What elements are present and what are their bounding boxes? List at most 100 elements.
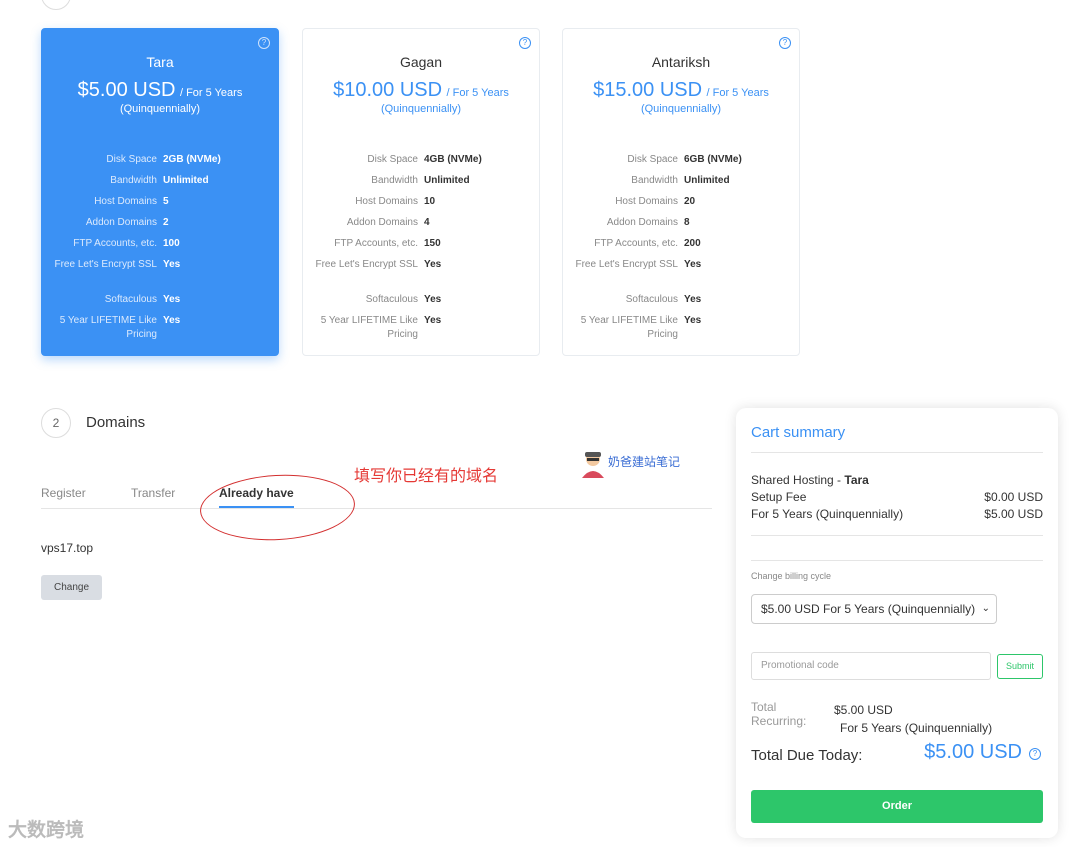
feature-label: 5 Year LIFETIME Like Pricing <box>580 315 678 340</box>
plan-price: $15.00 USD / For 5 Years <box>563 79 799 102</box>
feature-label: Free Let's Encrypt SSL <box>575 259 678 270</box>
feature-value: Yes <box>684 294 702 305</box>
feature-label: Addon Domains <box>606 217 678 228</box>
feature-value: Yes <box>424 294 442 305</box>
help-icon[interactable]: ? <box>779 37 791 49</box>
cycle-label: For 5 Years (Quinquennially) <box>751 507 904 521</box>
change-button[interactable]: Change <box>41 575 102 600</box>
plan-cycle-note: (Quinquennially) <box>380 103 462 115</box>
feature-value: 10 <box>424 196 436 207</box>
submit-button[interactable]: Submit <box>997 654 1043 679</box>
watermark-top-text: 奶爸建站笔记 <box>608 455 681 470</box>
cart-product-name: Tara <box>844 473 869 487</box>
feature-label: Bandwidth <box>631 175 678 186</box>
feature-label: Addon Domains <box>346 217 418 228</box>
feature-label: Disk Space <box>367 154 418 165</box>
feature-label: Softaculous <box>625 294 678 305</box>
cart-product: Shared Hosting - Tara <box>751 473 869 487</box>
feature-label: Disk Space <box>627 154 678 165</box>
plan-name: Gagan <box>399 54 443 70</box>
promo-code-input[interactable]: Promotional code <box>751 652 991 680</box>
plan-name: Antariksh <box>651 54 711 70</box>
feature-value: 5 <box>163 196 169 207</box>
total-recurring-amount: $5.00 USD <box>834 703 893 717</box>
plan-price-amount: $15.00 USD <box>593 79 703 101</box>
feature-value: 4GB (NVMe) <box>424 154 482 165</box>
total-due-label: Total Due Today: <box>751 747 863 764</box>
help-icon[interactable]: ? <box>1029 748 1041 760</box>
step-1-circle <box>41 0 71 10</box>
plan-cycle-note: (Quinquennially) <box>640 103 722 115</box>
help-icon[interactable]: ? <box>519 37 531 49</box>
cart-summary: Cart summary Shared Hosting - Tara Setup… <box>736 408 1058 838</box>
plan-price-cycle: / For 5 Years <box>179 87 243 99</box>
plan-price: $10.00 USD / For 5 Years <box>303 79 539 102</box>
setup-fee-value: $0.00 USD <box>984 490 1043 504</box>
total-recurring-cycle: For 5 Years (Quinquennially) <box>840 721 993 735</box>
plan-price-amount: $10.00 USD <box>333 79 443 101</box>
feature-value: 20 <box>684 196 696 207</box>
watermark-bottom: 大数跨境 <box>8 820 85 841</box>
plan-name: Tara <box>146 54 174 70</box>
feature-label: Free Let's Encrypt SSL <box>315 259 418 270</box>
plan-card-gagan[interactable]: ? Gagan $10.00 USD / For 5 Years (Quinqu… <box>302 28 540 356</box>
feature-value: Yes <box>163 315 181 326</box>
annotation-circle <box>198 470 357 545</box>
feature-value: 150 <box>424 238 441 249</box>
feature-label: Addon Domains <box>85 217 157 228</box>
feature-value: 6GB (NVMe) <box>684 154 742 165</box>
feature-label: FTP Accounts, etc. <box>594 238 678 249</box>
feature-value: Unlimited <box>163 175 209 186</box>
feature-value: Yes <box>424 259 442 270</box>
tab-register[interactable]: Register <box>41 486 86 500</box>
cart-product-prefix: Shared Hosting - <box>751 473 845 487</box>
chevron-down-icon: ⌄ <box>981 603 990 614</box>
feature-value: 100 <box>163 238 180 249</box>
cart-title: Cart summary <box>751 424 846 441</box>
billing-cycle-label: Change billing cycle <box>751 571 832 581</box>
order-button[interactable]: Order <box>751 790 1043 823</box>
feature-value: 8 <box>684 217 690 228</box>
annotation-text: 填写你已经有的域名 <box>354 468 499 485</box>
feature-label: FTP Accounts, etc. <box>334 238 418 249</box>
feature-label: FTP Accounts, etc. <box>73 238 157 249</box>
cycle-value: $5.00 USD <box>984 507 1043 521</box>
feature-label: Bandwidth <box>371 175 418 186</box>
plan-card-tara[interactable]: ? Tara $5.00 USD / For 5 Years (Quinquen… <box>41 28 279 356</box>
billing-cycle-value: $5.00 USD For 5 Years (Quinquennially) <box>761 602 976 616</box>
total-recurring-label: Total Recurring: <box>751 700 807 728</box>
feature-label: Host Domains <box>94 196 157 207</box>
plan-cycle-note: (Quinquennially) <box>119 103 201 115</box>
divider <box>751 560 1043 561</box>
domains-title: Domains <box>86 414 146 431</box>
feature-label: Disk Space <box>106 154 157 165</box>
avatar-icon <box>582 452 604 478</box>
feature-value: Yes <box>163 294 181 305</box>
feature-value: 2 <box>163 217 169 228</box>
billing-cycle-select[interactable]: $5.00 USD For 5 Years (Quinquennially) ⌄ <box>751 594 997 624</box>
plan-card-antariksh[interactable]: ? Antariksh $15.00 USD / For 5 Years (Qu… <box>562 28 800 356</box>
feature-label: Bandwidth <box>110 175 157 186</box>
tab-transfer[interactable]: Transfer <box>131 486 175 500</box>
divider <box>751 535 1043 536</box>
plan-price: $5.00 USD / For 5 Years <box>42 79 278 102</box>
feature-label: 5 Year LIFETIME Like Pricing <box>59 315 157 340</box>
watermark-top: 奶爸建站笔记 <box>578 448 680 478</box>
plan-price-cycle: / For 5 Years <box>706 87 769 99</box>
feature-value: Yes <box>684 259 702 270</box>
domain-tabs: Register Transfer Already have <box>41 486 712 509</box>
feature-label: Softaculous <box>365 294 418 305</box>
plan-price-amount: $5.00 USD <box>77 79 176 101</box>
feature-value: 200 <box>684 238 701 249</box>
total-due-amount: $5.00 USD <box>924 741 1022 763</box>
feature-value: Yes <box>684 315 702 326</box>
help-icon[interactable]: ? <box>258 37 270 49</box>
divider <box>751 452 1043 453</box>
step-2-circle: 2 <box>41 408 71 438</box>
feature-value: Unlimited <box>684 175 730 186</box>
feature-value: Unlimited <box>424 175 470 186</box>
feature-label: Softaculous <box>104 294 157 305</box>
feature-value: Yes <box>163 259 181 270</box>
setup-fee-label: Setup Fee <box>751 490 807 504</box>
feature-value: Yes <box>424 315 442 326</box>
